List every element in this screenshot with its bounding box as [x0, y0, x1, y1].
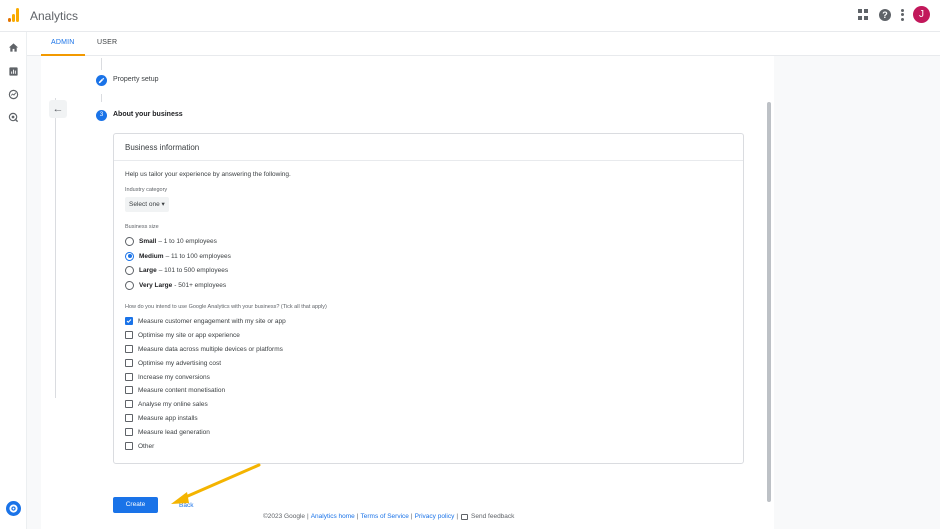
radio-detail: – 1 to 10 employees — [158, 237, 217, 245]
checkbox-row[interactable]: Measure lead generation — [125, 427, 210, 437]
checkbox[interactable] — [125, 442, 133, 450]
radio-medium[interactable]: Medium – 11 to 100 employees — [125, 251, 231, 261]
tab-admin[interactable]: ADMIN — [51, 39, 75, 46]
checkbox-label: Measure app installs — [138, 414, 198, 422]
avatar[interactable]: J — [913, 6, 930, 23]
property-creation-panel: ← Property setup 3 About your business B… — [41, 56, 774, 529]
app-title: Analytics — [30, 9, 79, 23]
checkbox[interactable] — [125, 359, 133, 367]
radio-button-selected[interactable] — [125, 251, 134, 261]
step-property-setup[interactable]: Property setup — [113, 76, 159, 83]
dropdown-arrow-icon: ▾ — [161, 201, 165, 208]
checkbox-label: Measure data across multiple devices or … — [138, 345, 283, 353]
privacy-policy-link[interactable]: Privacy policy — [415, 513, 455, 520]
radio-small[interactable]: Small – 1 to 10 employees — [125, 236, 217, 246]
radio-button[interactable] — [125, 236, 134, 246]
step-connector — [101, 94, 102, 102]
radio-detail: – 11 to 100 employees — [165, 252, 231, 260]
card-title: Business information — [125, 143, 200, 152]
checkbox[interactable] — [125, 386, 133, 394]
checkbox[interactable] — [125, 373, 133, 381]
admin-user-tabs: ADMIN USER — [27, 32, 940, 56]
send-feedback-link[interactable]: Send feedback — [471, 513, 514, 520]
step-completed-icon — [96, 75, 107, 86]
radio-label: Very Large — [139, 281, 173, 289]
checkbox-row[interactable]: Analyse my online sales — [125, 399, 208, 409]
checkbox[interactable] — [125, 428, 133, 436]
checkbox-row[interactable]: Measure customer engagement with my site… — [125, 316, 286, 326]
home-icon[interactable] — [8, 42, 19, 53]
business-size-label: Business size — [125, 224, 159, 230]
more-vert-icon[interactable] — [900, 8, 904, 21]
radio-large[interactable]: Large – 101 to 500 employees — [125, 265, 228, 275]
top-bar: Analytics ? J — [0, 0, 940, 32]
analytics-logo[interactable] — [8, 8, 20, 22]
checkbox-row[interactable]: Measure content monetisation — [125, 385, 225, 395]
explore-icon[interactable] — [8, 89, 19, 100]
create-button[interactable]: Create — [113, 497, 158, 513]
back-arrow-icon[interactable]: ← — [49, 100, 67, 118]
checkbox[interactable] — [125, 400, 133, 408]
checkbox[interactable] — [125, 331, 133, 339]
checkbox-label: Measure customer engagement with my site… — [138, 317, 286, 325]
scrollbar[interactable] — [767, 102, 771, 502]
apps-grid-icon[interactable] — [858, 9, 870, 21]
terms-of-service-link[interactable]: Terms of Service — [361, 513, 409, 520]
checkbox-row[interactable]: Optimise my advertising cost — [125, 358, 221, 368]
checkbox-label: Measure lead generation — [138, 428, 210, 436]
main-content: ADMIN USER ← Property setup 3 About your… — [27, 32, 940, 529]
intent-question-label: How do you intend to use Google Analytic… — [125, 304, 327, 310]
checkbox-label: Measure content monetisation — [138, 386, 226, 394]
checkbox-label: Analyse my online sales — [138, 400, 208, 408]
divider — [114, 160, 743, 161]
radio-button[interactable] — [125, 265, 134, 275]
help-text: Help us tailor your experience by answer… — [125, 171, 291, 178]
checkbox-label: Increase my conversions — [138, 373, 210, 381]
radio-label: Medium — [139, 252, 164, 260]
advertising-icon[interactable] — [8, 112, 19, 123]
checkbox-row[interactable]: Increase my conversions — [125, 372, 210, 382]
help-icon[interactable]: ? — [879, 8, 891, 21]
checkbox-row[interactable]: Measure app installs — [125, 413, 198, 423]
radio-detail: – 101 to 500 employees — [158, 266, 229, 274]
business-information-card: Business information Help us tailor your… — [113, 133, 744, 464]
radio-detail: - 501+ employees — [174, 281, 227, 289]
checkbox[interactable] — [125, 414, 133, 422]
step-number: 3 — [96, 110, 107, 121]
industry-category-label: Industry category — [125, 187, 168, 193]
checkbox-row[interactable]: Other — [125, 441, 154, 451]
copyright-text: ©2023 Google — [263, 513, 306, 520]
checkbox-label: Optimise my advertising cost — [138, 359, 222, 367]
feedback-icon — [461, 513, 469, 520]
admin-settings-icon[interactable] — [6, 501, 21, 516]
checkbox-row[interactable]: Measure data across multiple devices or … — [125, 344, 283, 354]
checkbox-label: Other — [138, 442, 155, 450]
checkbox-checked[interactable] — [125, 317, 133, 325]
radio-label: Large — [139, 266, 157, 274]
select-value: Select one — [129, 201, 160, 208]
footer: ©2023 Google | Analytics home | Terms of… — [263, 513, 515, 520]
annotation-arrow-icon — [171, 463, 261, 504]
industry-category-select[interactable]: Select one ▾ — [125, 197, 169, 212]
radio-button[interactable] — [125, 280, 134, 290]
left-nav — [0, 32, 27, 529]
analytics-home-link[interactable]: Analytics home — [311, 513, 355, 520]
step-connector — [101, 58, 102, 70]
step-about-your-business: About your business — [113, 111, 183, 118]
checkbox-row[interactable]: Optimise my site or app experience — [125, 330, 240, 340]
top-icons: ? J — [858, 6, 930, 23]
reports-icon[interactable] — [8, 66, 19, 77]
tab-user[interactable]: USER — [97, 39, 117, 46]
radio-very-large[interactable]: Very Large - 501+ employees — [125, 280, 226, 290]
radio-label: Small — [139, 237, 157, 245]
checkbox-label: Optimise my site or app experience — [138, 331, 240, 339]
checkbox[interactable] — [125, 345, 133, 353]
panel-divider — [55, 98, 56, 398]
